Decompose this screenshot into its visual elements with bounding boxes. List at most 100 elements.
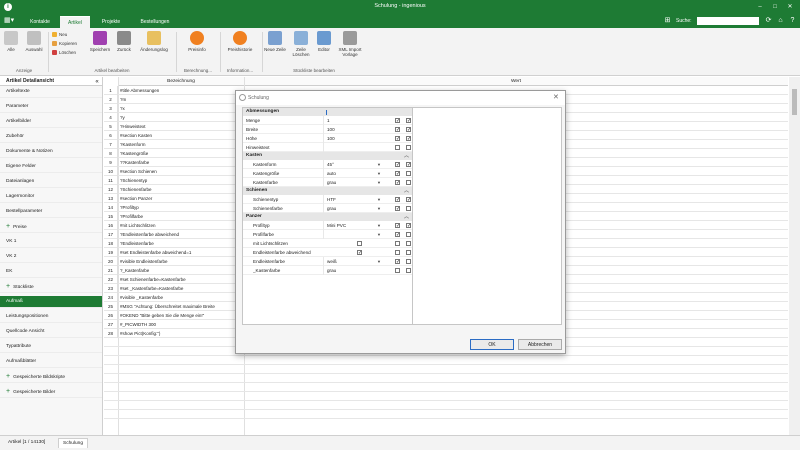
row-code-cell[interactable]: ?Profilfarbe: [120, 212, 242, 221]
minimize-button[interactable]: –: [754, 2, 766, 12]
checkbox[interactable]: [357, 241, 362, 246]
field-kastengroesse[interactable]: Kastengröße auto ▼ ✓: [243, 169, 412, 178]
row-code-cell[interactable]: ?Hinweistext: [120, 122, 242, 131]
section-schienen[interactable]: Schienen ︿: [243, 187, 412, 195]
table-row[interactable]: [104, 410, 788, 419]
checkbox-checked[interactable]: ✓: [395, 118, 400, 124]
checkbox-checked[interactable]: ✓: [395, 136, 400, 142]
sidebar-item[interactable]: Quellcode Ansicht: [0, 326, 102, 338]
table-row[interactable]: [104, 374, 788, 383]
checkbox[interactable]: [406, 145, 411, 150]
checkbox-checked[interactable]: ✓: [395, 206, 400, 212]
sidebar-item[interactable]: VK 2: [0, 251, 102, 263]
checkbox-checked[interactable]: ✓: [395, 162, 400, 168]
dropdown-value[interactable]: 45°: [323, 160, 385, 169]
chevron-up-icon[interactable]: ︿: [404, 213, 409, 221]
field-endleistenfarbe[interactable]: Endleistenfarbe weiß ▼ ✓: [243, 257, 412, 266]
neue-zeile-button[interactable]: Neue Zeile: [264, 31, 286, 52]
row-code-cell[interactable]: ?Endleistenfarbe abweichend: [120, 230, 242, 239]
field-profiltyp[interactable]: Profiltyp Mini PVC ▼ ✓ ✓: [243, 221, 412, 230]
checkbox[interactable]: [406, 268, 411, 273]
sidebar-item[interactable]: VK 1: [0, 236, 102, 248]
section-kasten[interactable]: Kasten ︿: [243, 152, 412, 160]
tab-bestellungen[interactable]: Bestellungen: [130, 16, 180, 28]
field-lichtschlitzen[interactable]: mit Lichtschlitzen: [243, 239, 412, 248]
table-row[interactable]: [104, 383, 788, 392]
expand-plus-icon[interactable]: +: [6, 223, 10, 230]
checkbox-checked[interactable]: ✓: [406, 118, 411, 124]
checkbox[interactable]: [406, 259, 411, 264]
field-kastenfarbe[interactable]: Kastenfarbe grau ▼ ✓: [243, 178, 412, 187]
chevron-down-icon[interactable]: ▼: [377, 195, 381, 204]
row-code-cell[interactable]: ?Schienentyp: [120, 176, 242, 185]
preisinfo-button[interactable]: Preisinfo: [184, 31, 210, 52]
row-code-cell[interactable]: ?Schienenfarbe: [120, 185, 242, 194]
auswahl-button[interactable]: Auswahl: [22, 31, 46, 52]
preishistorie-button[interactable]: Preishistorie: [224, 31, 256, 52]
home-icon[interactable]: ⌂: [776, 16, 785, 26]
row-code-cell[interactable]: ??Kastenfarbe: [120, 158, 242, 167]
section-abmessungen[interactable]: Abmessungen: [243, 108, 412, 116]
chevron-down-icon[interactable]: ▼: [377, 204, 381, 213]
close-button[interactable]: ✕: [784, 2, 796, 12]
sidebar-item[interactable]: Parameter: [0, 101, 102, 113]
dialog-close-icon[interactable]: ✕: [553, 93, 559, 101]
field-breite[interactable]: Breite 100 ✓ ✓: [243, 125, 412, 134]
ok-button[interactable]: OK: [470, 339, 514, 350]
row-code-cell[interactable]: ?x: [120, 104, 242, 113]
sidebar-item[interactable]: + Gespeicherte Bilder: [0, 386, 102, 398]
dropdown-value[interactable]: Mini PVC: [323, 221, 385, 230]
field-value[interactable]: 100: [323, 134, 385, 143]
vertical-scrollbar[interactable]: [789, 77, 800, 435]
checkbox[interactable]: [406, 180, 411, 185]
search-input[interactable]: [697, 17, 759, 25]
chevron-down-icon[interactable]: ▼: [377, 160, 381, 169]
row-code-cell[interactable]: ?Endleistenfarbe: [120, 239, 242, 248]
checkbox-checked[interactable]: ✓: [395, 127, 400, 133]
checkbox-checked[interactable]: ✓: [406, 197, 411, 203]
sidebar-item[interactable]: Artikelbilder: [0, 116, 102, 128]
field-hoehe[interactable]: Höhe 100 ✓ ✓: [243, 134, 412, 143]
row-code-cell[interactable]: #set _Kastenfarbe=Kastenfarbe: [120, 284, 242, 293]
field-kastenfarbe-hidden[interactable]: _Kastenfarbe grau: [243, 266, 412, 275]
grid-menu-icon[interactable]: ▦▾: [4, 17, 16, 25]
row-code-cell[interactable]: #_PICWIDTH 300: [120, 320, 242, 329]
dropdown-value[interactable]: grau: [323, 204, 385, 213]
table-row[interactable]: [104, 392, 788, 401]
sidebar-item[interactable]: + Preise: [0, 221, 102, 233]
sidebar-item[interactable]: Eigene Felder: [0, 161, 102, 173]
table-row[interactable]: [104, 401, 788, 410]
row-code-cell[interactable]: #OKEND "Bitte geben Sie die Menge ein!": [120, 311, 242, 320]
sidebar-item[interactable]: Aufmaßblätter: [0, 356, 102, 368]
checkbox[interactable]: [406, 206, 411, 211]
zeile-loeschen-button[interactable]: Zeile Löschen: [290, 31, 312, 57]
checkbox[interactable]: [406, 232, 411, 237]
sidebar-item[interactable]: Leistungspositionen: [0, 311, 102, 323]
checkbox-checked[interactable]: ✓: [406, 162, 411, 168]
neu-button[interactable]: Neu: [52, 31, 67, 38]
maximize-button[interactable]: □: [769, 2, 781, 12]
checkbox-checked[interactable]: ✓: [406, 136, 411, 142]
tab-kontakte[interactable]: Kontakte: [20, 16, 60, 28]
cancel-button[interactable]: Abbrechen: [518, 339, 562, 350]
row-code-cell[interactable]: #MSG "Achtung: Überschreitet maximale Br…: [120, 302, 242, 311]
row-code-cell[interactable]: ?Profiltyp: [120, 203, 242, 212]
field-schienenfarbe[interactable]: Schienenfarbe grau ▼ ✓: [243, 204, 412, 213]
sidebar-item[interactable]: + Stückliste: [0, 281, 102, 293]
column-header-wert[interactable]: Wert: [244, 77, 788, 86]
checkbox-checked[interactable]: ✓: [395, 259, 400, 265]
tab-artikel[interactable]: Artikel: [60, 16, 90, 28]
chevron-down-icon[interactable]: ▼: [377, 257, 381, 266]
row-code-cell[interactable]: #nit Lichtschlitzen: [120, 221, 242, 230]
aenderungslog-button[interactable]: Änderungslog: [136, 31, 172, 52]
checkbox-checked[interactable]: ✓: [395, 223, 400, 229]
cart-icon[interactable]: ⊞: [663, 16, 672, 26]
dropdown-value[interactable]: grau: [323, 178, 385, 187]
row-code-cell[interactable]: ?y: [120, 113, 242, 122]
chevron-down-icon[interactable]: ▼: [377, 230, 381, 239]
field-value[interactable]: 1: [323, 116, 385, 125]
chevron-up-icon[interactable]: ︿: [404, 187, 409, 195]
column-header-bezeichnung[interactable]: Bezeichnung: [118, 77, 244, 86]
sidebar-item[interactable]: Dateianlagen: [0, 176, 102, 188]
checkbox-checked[interactable]: ✓: [406, 223, 411, 229]
